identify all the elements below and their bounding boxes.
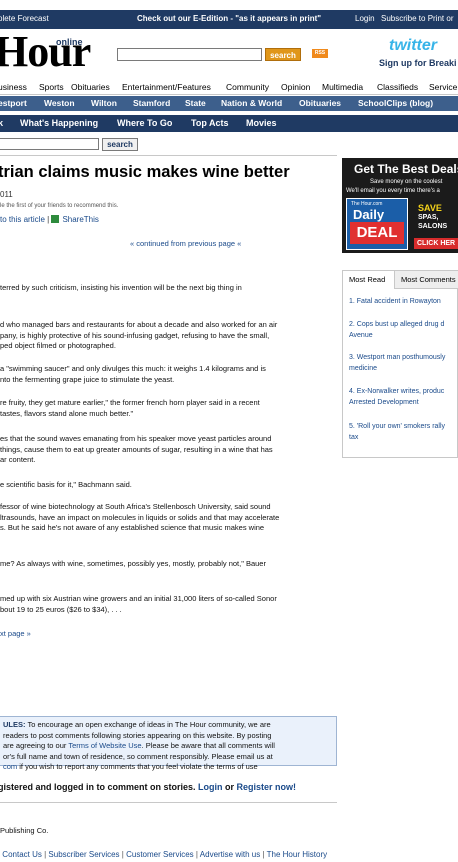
most-read-box: Most Read Most Comments 1. Fatal acciden… bbox=[342, 270, 458, 458]
share-row: to this article | ShareThis bbox=[0, 215, 99, 224]
article-paragraph: med up with six Austrian wine growers an… bbox=[0, 594, 277, 614]
rules-label: ULES: bbox=[3, 720, 26, 729]
nav-item-services[interactable]: Service bbox=[429, 82, 457, 92]
ad-subtitle: Save money on the coolest bbox=[370, 179, 443, 185]
nav-ent-movies[interactable]: Movies bbox=[246, 118, 277, 128]
twitter-signup-link[interactable]: Sign up for Breaki bbox=[379, 58, 457, 68]
footer-history-link[interactable]: The Hour History bbox=[267, 850, 327, 859]
daily-deal-logo: The Hour.com Daily DEAL bbox=[346, 198, 408, 250]
nav-town-schoolclips[interactable]: SchoolClips (blog) bbox=[358, 98, 433, 108]
twitter-logo[interactable]: twitter bbox=[389, 37, 437, 55]
nav-town-wilton[interactable]: Wilton bbox=[91, 98, 117, 108]
login-prompt-text: gistered and logged in to comment on sto… bbox=[0, 782, 199, 792]
article-paragraph: fessor of wine biotechnology at South Af… bbox=[0, 502, 280, 532]
article-paragraph: me? As always with wine, sometimes, poss… bbox=[0, 559, 266, 568]
nav-item-community[interactable]: Community bbox=[226, 82, 269, 92]
list-item[interactable]: 5. 'Roll your own' smokers rally tax bbox=[349, 422, 458, 443]
article-paragraph: e scientific basis for it," Bachmann sai… bbox=[0, 480, 132, 489]
rules-text: . Please be aware that all comments will bbox=[141, 741, 275, 750]
nav-item-multimedia[interactable]: Multimedia bbox=[322, 82, 363, 92]
comment-login-link[interactable]: Login bbox=[198, 782, 223, 792]
footer-contact-link[interactable]: | Contact Us bbox=[0, 850, 42, 859]
footer-links: | Contact Us | Subscriber Services | Cus… bbox=[0, 850, 328, 859]
site-search-input[interactable] bbox=[117, 48, 262, 61]
nav-town-stamford[interactable]: Stamford bbox=[133, 98, 170, 108]
nav-ent-whats-happening[interactable]: What's Happening bbox=[20, 118, 98, 128]
footer-customer-link[interactable]: Customer Services bbox=[126, 850, 194, 859]
sharethis-link[interactable]: ShareThis bbox=[62, 215, 98, 224]
forecast-link[interactable]: plete Forecast bbox=[0, 14, 49, 23]
nav-item-obituaries[interactable]: Obituaries bbox=[71, 82, 110, 92]
nav-item-classifieds[interactable]: Classifieds bbox=[377, 82, 418, 92]
ad-save-line: SPAS, bbox=[418, 214, 439, 221]
tab-most-comments[interactable]: Most Comments bbox=[395, 271, 458, 289]
rules-text: To encourage an open exchange of ideas i… bbox=[25, 720, 271, 729]
article-paragraph: a "swimming saucer" and only divulges th… bbox=[0, 364, 266, 384]
nav-item-entertainment[interactable]: Entertainment/Features bbox=[122, 82, 211, 92]
ad-subtitle: We'll email you every time there's a bbox=[346, 188, 440, 194]
login-or-text: or bbox=[222, 782, 237, 792]
ad-save-text: SAVE SPAS, SALONS bbox=[418, 204, 447, 231]
nav-town-obituaries[interactable]: Obituaries bbox=[299, 98, 341, 108]
nav-town-nation-world[interactable]: Nation & World bbox=[221, 98, 282, 108]
rules-text: if you wish to report any comments that … bbox=[17, 762, 258, 771]
article-date: 011 bbox=[0, 190, 13, 199]
article-paragraph: es that the sound waves emanating from h… bbox=[0, 434, 273, 464]
list-item[interactable]: 3. Westport man posthumously medicine bbox=[349, 353, 458, 374]
primary-nav: usiness Sports Obituaries Entertainment/… bbox=[0, 80, 458, 95]
ad-title: Get The Best Deals bbox=[354, 162, 458, 176]
subscribe-link[interactable]: Subscribe to Print or bbox=[381, 14, 453, 23]
nav-ent-where-to-go[interactable]: Where To Go bbox=[117, 118, 172, 128]
site-search-button[interactable]: search bbox=[265, 48, 301, 61]
copyright-text: Publishing Co. bbox=[0, 826, 49, 835]
nav-item-opinion[interactable]: Opinion bbox=[281, 82, 310, 92]
logo-online-label: online bbox=[56, 37, 83, 47]
article-paragraph: re fruity, they get mature earlier," the… bbox=[0, 398, 260, 418]
terms-link[interactable]: Terms of Website Use bbox=[68, 741, 141, 750]
ad-deal-text: DEAL bbox=[350, 222, 404, 244]
rules-text: are agreeing to our bbox=[3, 741, 69, 750]
list-item[interactable]: 1. Fatal accident in Rowayton bbox=[349, 297, 458, 308]
section-search-input[interactable] bbox=[0, 138, 99, 150]
rules-text: or's full name and town of residence, so… bbox=[3, 751, 273, 761]
continued-link[interactable]: « continued from previous page « bbox=[130, 239, 241, 248]
register-link[interactable]: Register now! bbox=[237, 782, 297, 792]
nav-town-state[interactable]: State bbox=[185, 98, 206, 108]
ad-click-here[interactable]: CLICK HER bbox=[414, 238, 458, 249]
recommend-text: le the first of your friends to recommen… bbox=[0, 203, 119, 209]
tab-most-read[interactable]: Most Read bbox=[343, 271, 395, 289]
comment-rules-box: ULES: To encourage an open exchange of i… bbox=[0, 716, 337, 771]
nav-item-business[interactable]: usiness bbox=[0, 82, 27, 92]
footer-advertise-link[interactable]: Advertise with us bbox=[200, 850, 260, 859]
article-paragraph: d who managed bars and restaurants for a… bbox=[0, 320, 278, 350]
login-link[interactable]: Login bbox=[355, 14, 375, 23]
share-icon[interactable] bbox=[51, 215, 60, 223]
divider bbox=[0, 155, 337, 156]
footer-subscriber-link[interactable]: Subscriber Services bbox=[48, 850, 119, 859]
rss-icon[interactable]: RSS bbox=[312, 49, 328, 58]
nav-town-weston[interactable]: Weston bbox=[44, 98, 75, 108]
ad-daily-text: Daily bbox=[353, 207, 385, 222]
daily-deal-ad[interactable]: Get The Best Deals Save money on the coo… bbox=[342, 158, 458, 253]
link-to-article[interactable]: to this article bbox=[0, 215, 45, 224]
entertainment-nav: k What's Happening Where To Go Top Acts … bbox=[0, 115, 458, 132]
nav-item-sports[interactable]: Sports bbox=[39, 82, 64, 92]
e-edition-link[interactable]: Check out our E-Edition - "as it appears… bbox=[137, 14, 321, 23]
nav-ent-back[interactable]: k bbox=[0, 118, 3, 128]
divider bbox=[0, 802, 337, 803]
article-headline: trian claims music makes wine better bbox=[0, 163, 290, 181]
list-item[interactable]: 2. Cops bust up alleged drug d Avenue bbox=[349, 320, 458, 341]
nav-town-westport[interactable]: estport bbox=[0, 98, 27, 108]
towns-nav: estport Weston Wilton Stamford State Nat… bbox=[0, 96, 458, 111]
rules-text: readers to post comments following stori… bbox=[3, 730, 272, 740]
list-item[interactable]: 4. Ex-Norwalker writes, produc Arrested … bbox=[349, 387, 458, 408]
nav-ent-top-acts[interactable]: Top Acts bbox=[191, 118, 229, 128]
report-email-link[interactable]: com bbox=[3, 762, 17, 771]
section-search-button[interactable]: search bbox=[102, 138, 138, 151]
comment-login-prompt: gistered and logged in to comment on sto… bbox=[0, 782, 337, 792]
next-page-link[interactable]: xt page » bbox=[0, 629, 31, 638]
ad-save-line: SALONS bbox=[418, 223, 448, 230]
article-paragraph: terred by such criticism, insisting his … bbox=[0, 283, 242, 292]
ad-save-line: SAVE bbox=[418, 203, 442, 213]
